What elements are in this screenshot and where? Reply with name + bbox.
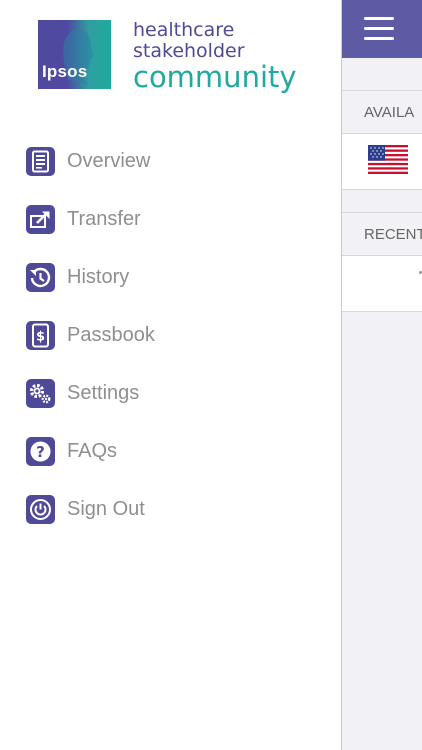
us-flag-icon — [368, 145, 408, 174]
menu-label-settings: Settings — [67, 381, 140, 404]
main-content-peek: AVAILA RECENT — [342, 0, 422, 750]
menu-item-sign-out[interactable]: Sign Out — [0, 480, 342, 538]
menu-label-history: History — [67, 265, 130, 288]
settings-icon — [26, 378, 55, 408]
svg-text:?: ? — [36, 443, 45, 461]
menu-item-faqs[interactable]: ? FAQs — [0, 422, 342, 480]
menu-label-transfer: Transfer — [67, 207, 141, 230]
logo-badge-text: Ipsos — [42, 62, 88, 81]
menu-label-passbook: Passbook — [67, 323, 155, 346]
menu-item-passbook[interactable]: $ Passbook — [0, 306, 342, 364]
passbook-icon: $ — [26, 320, 55, 350]
transfer-icon — [26, 204, 55, 234]
svg-text:$: $ — [36, 329, 45, 344]
faq-icon: ? — [26, 436, 55, 466]
logo-line-stakeholder: stakeholder — [133, 40, 245, 62]
menu-label-sign-out: Sign Out — [67, 497, 145, 520]
menu-label-faqs: FAQs — [67, 439, 118, 462]
menu-item-settings[interactable]: Settings — [0, 364, 342, 422]
menu-item-transfer[interactable]: Transfer — [0, 190, 342, 248]
menu-item-overview[interactable]: Overview — [0, 132, 342, 190]
app-logo: Ipsos healthcare stakeholder community — [38, 20, 308, 98]
logo-line-community: community — [133, 60, 297, 94]
recent-row[interactable] — [342, 256, 422, 312]
navigation-drawer: Ipsos healthcare stakeholder community O… — [0, 0, 342, 750]
logo-wordmark: healthcare stakeholder community — [133, 19, 297, 94]
section-header-available: AVAILA — [342, 90, 422, 134]
logo-line-healthcare: healthcare — [133, 19, 235, 41]
menu-toggle-icon[interactable] — [364, 17, 394, 41]
menu-item-history[interactable]: History — [0, 248, 342, 306]
history-icon — [26, 262, 55, 292]
ipsos-logo-badge: Ipsos — [38, 20, 111, 89]
overview-icon — [26, 146, 55, 176]
section-header-recent: RECENT — [342, 212, 422, 256]
top-navbar — [342, 0, 422, 58]
sign-out-icon — [26, 494, 55, 524]
drawer-menu: Overview Transfer History $ Passbook Set… — [0, 132, 342, 538]
menu-label-overview: Overview — [67, 149, 151, 172]
